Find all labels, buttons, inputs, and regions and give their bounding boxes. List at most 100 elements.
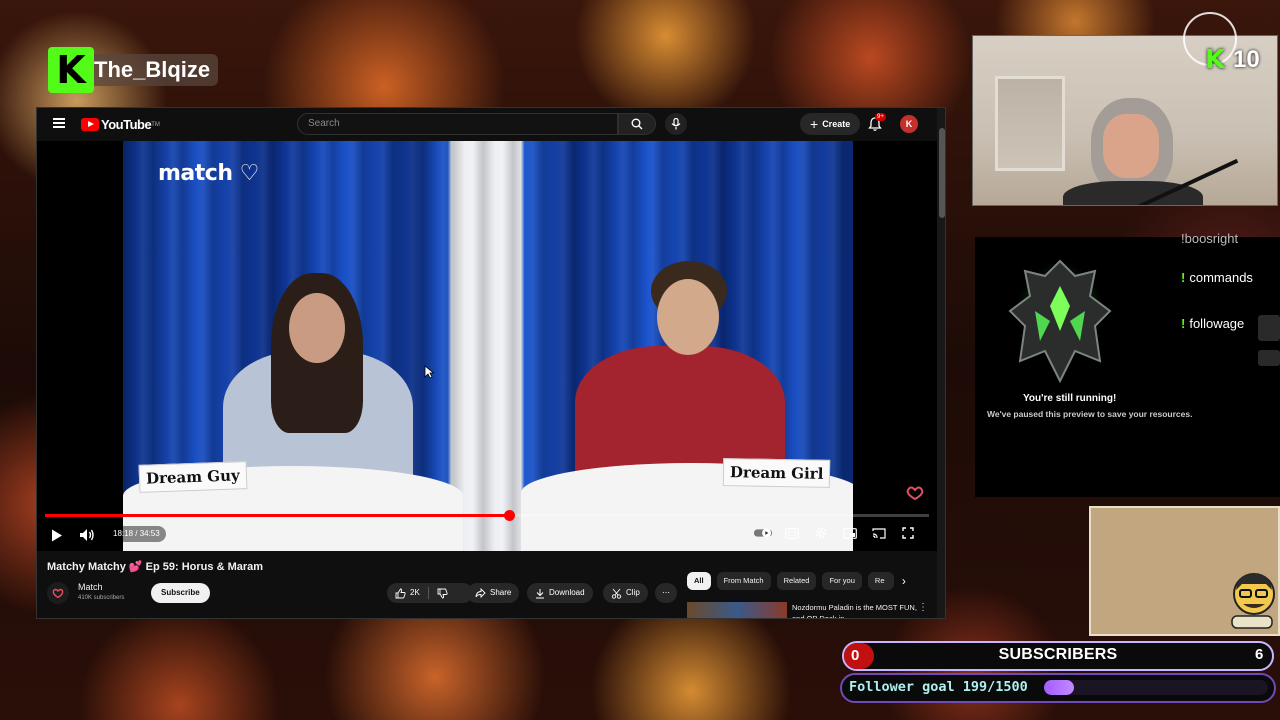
chip-all[interactable]: All bbox=[687, 572, 711, 590]
channel-avatar[interactable] bbox=[47, 582, 69, 604]
command-prefix: ! bbox=[1181, 270, 1186, 285]
kick-logo-icon: K bbox=[48, 47, 94, 93]
captions-button[interactable] bbox=[782, 523, 802, 543]
chip-for-you[interactable]: For you bbox=[822, 572, 862, 590]
recommendation-more-icon[interactable]: ⋮ bbox=[918, 602, 928, 613]
volume-icon bbox=[80, 529, 94, 541]
settings-button[interactable] bbox=[811, 523, 831, 543]
like-divider bbox=[427, 587, 429, 599]
subscribers-label: SUBSCRIBERS bbox=[998, 646, 1118, 663]
follower-goal-fill bbox=[1044, 680, 1074, 695]
share-icon bbox=[475, 588, 486, 598]
share-button[interactable]: Share bbox=[467, 583, 520, 603]
plus-icon: + bbox=[810, 116, 819, 132]
hamburger-menu-icon[interactable] bbox=[53, 118, 65, 128]
download-icon bbox=[536, 588, 544, 598]
youtube-logo[interactable]: YouTube TM bbox=[81, 117, 160, 132]
panel-side-tab bbox=[1258, 315, 1280, 341]
download-button[interactable]: Download bbox=[527, 583, 593, 603]
panel-side-tab-2 bbox=[1258, 350, 1280, 366]
command-label: followage bbox=[1189, 316, 1245, 331]
command-followage: ! followage bbox=[1181, 316, 1244, 331]
command-prefix: ! bbox=[1181, 316, 1186, 331]
subscribe-button[interactable]: Subscribe bbox=[151, 583, 210, 603]
clip-label: Clip bbox=[626, 588, 640, 597]
follower-goal-track bbox=[1044, 680, 1268, 695]
streamer-name: The_Blqize bbox=[90, 54, 219, 86]
webcam-window bbox=[995, 76, 1065, 171]
autoplay-toggle[interactable] bbox=[753, 523, 773, 543]
scissors-icon bbox=[611, 588, 622, 599]
match-brand-logo: match ♡ bbox=[158, 161, 259, 186]
youtube-play-logo-icon bbox=[81, 118, 99, 131]
play-button[interactable] bbox=[47, 525, 67, 545]
chip-from-match[interactable]: From Match bbox=[716, 572, 771, 590]
thumbs-down-icon[interactable] bbox=[437, 588, 448, 599]
viewer-count: K 10 bbox=[1205, 46, 1260, 74]
create-button[interactable]: + Create bbox=[800, 113, 861, 135]
right-person-face bbox=[657, 279, 719, 355]
armored-knight-icon bbox=[1005, 256, 1115, 384]
share-label: Share bbox=[490, 588, 512, 597]
thumbs-up-icon[interactable] bbox=[395, 588, 406, 599]
paused-message-title: You're still running! bbox=[1023, 393, 1117, 404]
command-commands: ! commands bbox=[1181, 270, 1253, 285]
kick-logo-icon: K bbox=[1205, 45, 1226, 75]
youtube-logo-sup: TM bbox=[151, 121, 160, 128]
fullscreen-icon bbox=[902, 527, 914, 539]
chevron-right-icon[interactable]: › bbox=[902, 574, 906, 588]
progress-bar[interactable] bbox=[45, 510, 929, 521]
video-frame: match ♡ Dream Guy Dream Girl bbox=[123, 141, 853, 551]
webcam-face bbox=[1103, 114, 1159, 178]
paused-message-body: We've paused this preview to save your r… bbox=[987, 409, 1193, 419]
left-person-face bbox=[289, 293, 345, 363]
dream-guy-card: Dream Guy bbox=[138, 461, 248, 493]
dream-girl-card: Dream Girl bbox=[722, 458, 831, 488]
clip-button[interactable]: Clip bbox=[603, 583, 648, 603]
progress-bar-played bbox=[45, 514, 509, 517]
miniplayer-icon bbox=[843, 527, 857, 539]
youtube-window: YouTube TM Search + Create 9+ K match ♡ bbox=[36, 107, 946, 619]
more-actions-button[interactable]: ⋯ bbox=[655, 583, 677, 603]
search-input[interactable]: Search bbox=[297, 113, 618, 135]
miniplayer-button[interactable] bbox=[840, 523, 860, 543]
channel-subscriber-count: 410K subscribers bbox=[78, 595, 125, 601]
search-button[interactable] bbox=[618, 113, 656, 135]
chip-related[interactable]: Related bbox=[776, 572, 817, 590]
viewer-count-value: 10 bbox=[1233, 46, 1260, 73]
paused-preview-panel: You're still running! We've paused this … bbox=[975, 231, 1280, 497]
volume-button[interactable] bbox=[77, 525, 97, 545]
subscribers-goal: 6 bbox=[1255, 646, 1264, 663]
recommendation-thumbnail[interactable] bbox=[687, 602, 787, 618]
video-title: Matchy Matchy 💕 Ep 59: Horus & Maram bbox=[47, 561, 264, 573]
youtube-logo-text: YouTube bbox=[101, 117, 152, 132]
match-heart-icon bbox=[52, 588, 64, 598]
download-label: Download bbox=[549, 588, 585, 597]
follower-goal-text: Follower goal 199/1500 bbox=[849, 679, 1028, 695]
right-controls bbox=[753, 523, 918, 543]
match-brand-text: match bbox=[158, 161, 233, 186]
recommendation-filter-chips: All From Match Related For you Re › bbox=[687, 572, 906, 590]
voice-search-button[interactable] bbox=[665, 113, 687, 135]
video-player[interactable]: match ♡ Dream Guy Dream Girl 18:18 / 34:… bbox=[37, 141, 937, 551]
more-horizontal-icon: ⋯ bbox=[662, 588, 670, 597]
fullscreen-button[interactable] bbox=[898, 523, 918, 543]
match-watermark-icon bbox=[906, 486, 924, 500]
chip-recently[interactable]: Re bbox=[867, 572, 894, 590]
captions-icon bbox=[785, 527, 799, 539]
microphone-icon bbox=[671, 118, 681, 130]
search-icon bbox=[631, 118, 643, 130]
progress-scrubber[interactable] bbox=[503, 510, 515, 521]
play-icon bbox=[52, 529, 62, 541]
page-scrollbar[interactable] bbox=[937, 108, 945, 618]
autoplay-toggle-icon bbox=[753, 528, 773, 538]
account-avatar[interactable]: K bbox=[900, 115, 918, 133]
cast-button[interactable] bbox=[869, 523, 889, 543]
like-count[interactable]: 2K bbox=[410, 583, 420, 603]
command-cut-off: !boosright bbox=[1181, 231, 1239, 246]
create-label: Create bbox=[822, 119, 851, 129]
scrollbar-thumb[interactable] bbox=[939, 128, 945, 218]
gear-icon bbox=[815, 527, 827, 539]
recommendation-title[interactable]: Nozdormu Paladin is the MOST FUN, and OP… bbox=[792, 602, 922, 618]
channel-name[interactable]: Match bbox=[78, 582, 103, 592]
